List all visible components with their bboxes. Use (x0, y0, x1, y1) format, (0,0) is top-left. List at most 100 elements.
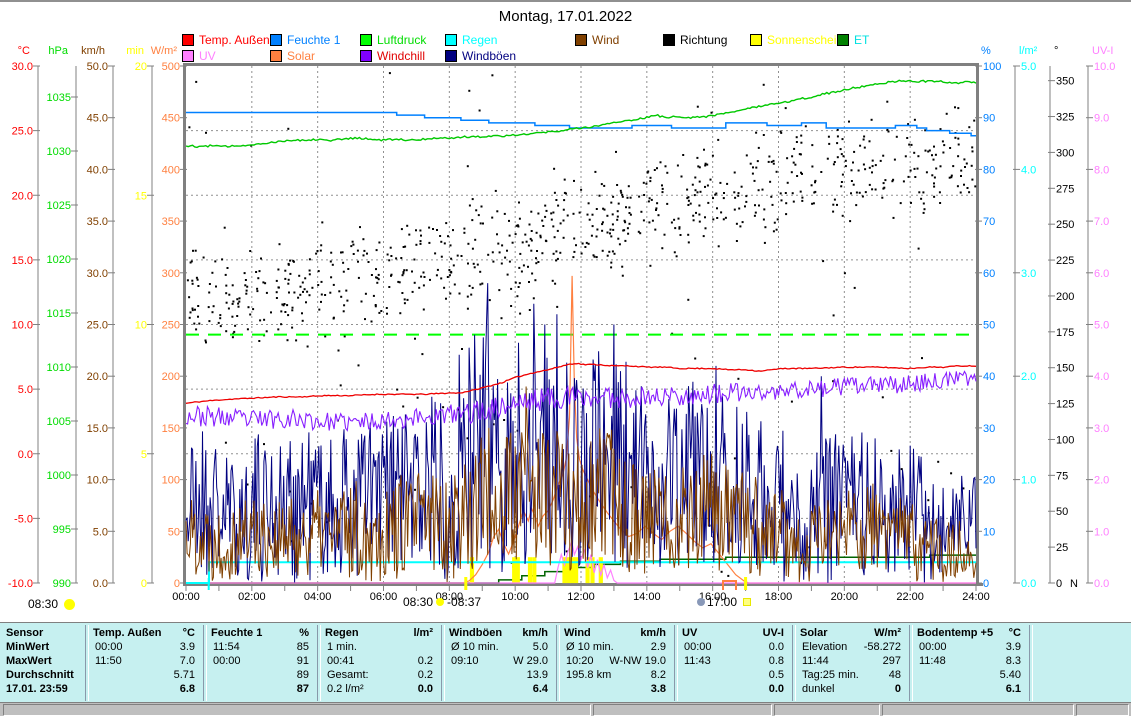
axis-tick-label: 350 (162, 216, 180, 228)
axis-tick-label: 10.0 (87, 475, 108, 487)
axis-tick-label: 100 (1056, 434, 1074, 446)
table-cell: 1 min. (327, 641, 357, 654)
axis-tick-label: 300 (162, 268, 180, 280)
axis-tick-label: 3.0 (1021, 268, 1036, 280)
axis-tick-label: 20.0 (12, 190, 33, 202)
sunrise-time-corner: 08:30 (28, 597, 75, 611)
weather-app-window: Montag, 17.01.2022 Temp. AußenFeuchte 1L… (0, 0, 1131, 716)
axis-tick-label: 100 (162, 475, 180, 487)
axis-tick-label: 125 (1056, 399, 1074, 411)
table-cell: MaxWert (6, 655, 52, 668)
time-axis-label: 14:00 (633, 591, 661, 603)
axis-tick-label: 5 (141, 449, 147, 461)
table-header: km/h (442, 627, 548, 640)
status-segment (3, 704, 591, 716)
table-cell: 91 (204, 655, 309, 668)
axis-tick-label: 225 (1056, 255, 1074, 267)
axis-tick-label: 25.0 (87, 320, 108, 332)
table-divider (441, 625, 445, 701)
axis-tick-label: 0.0 (1094, 578, 1109, 590)
sunrise-start-label: 08:30 (403, 595, 433, 609)
axis-unit-label: % (981, 45, 991, 57)
axis-tick-label: 20 (983, 475, 995, 487)
axis-tick-label: 10 (983, 526, 995, 538)
weather-chart[interactable]: 30.025.020.015.010.05.00.0-5.0-10.0°C103… (0, 0, 1131, 622)
table-header: °C (910, 627, 1021, 640)
table-header: Sensor (6, 627, 43, 640)
axis-tick-label: 10.0 (1094, 61, 1115, 73)
axis-unit-label: ° (1054, 45, 1058, 57)
table-divider (85, 625, 89, 701)
axis-tick-label: 15.0 (12, 255, 33, 267)
axis-unit-label: hPa (48, 45, 68, 57)
axis-tick-label: 1020 (47, 254, 71, 266)
sunrise-axis-marker (464, 577, 467, 590)
axis-tick-label: 10 (135, 320, 147, 332)
table-header: km/h (557, 627, 666, 640)
axis-tick-label: 75 (1056, 470, 1068, 482)
axis-tick-label: 150 (1056, 363, 1074, 375)
axis-tick-label: 1000 (47, 470, 71, 482)
table-cell: 5.40 (910, 669, 1021, 682)
axis-tick-label: 2.0 (1094, 475, 1109, 487)
status-segment (882, 704, 1074, 716)
table-cell: 5.71 (86, 669, 195, 682)
sunset-label: 17:00 (707, 595, 737, 609)
table-header: W/m² (793, 627, 901, 640)
table-divider (317, 625, 321, 701)
axis-tick-label: 40.0 (87, 164, 108, 176)
axis-tick-label: 30.0 (87, 268, 108, 280)
sunrise-end-label: -08:37 (447, 595, 481, 609)
axis-tick-label: 5.0 (1021, 61, 1036, 73)
sunrise-annotation: 08:30 -08:37 (403, 595, 481, 609)
axis-tick-label: 5.0 (1094, 320, 1109, 332)
axis-tick-label: 80 (983, 164, 995, 176)
axis-tick-label: 1005 (47, 416, 71, 428)
axis-tick-label: -5.0 (14, 513, 33, 525)
axis-tick-label: 30 (983, 423, 995, 435)
axis-tick-label: 175 (1056, 327, 1074, 339)
table-cell: W 29.0 (442, 655, 548, 668)
time-axis-label: 22:00 (896, 591, 924, 603)
table-cell: 0.0 (318, 683, 433, 696)
table-cell: 0.8 (675, 655, 784, 668)
axis-tick-label: 50.0 (87, 61, 108, 73)
axis-tick-label: 40 (983, 371, 995, 383)
table-cell: W-NW 19.0 (557, 655, 666, 668)
axis-tick-label: 400 (162, 164, 180, 176)
axis-tick-label: 500 (162, 61, 180, 73)
axis-tick-label: 0 (1056, 578, 1062, 590)
axis-tick-label: 4.0 (1021, 164, 1036, 176)
sun-icon (64, 599, 75, 610)
table-divider (1029, 625, 1033, 701)
stats-table: SensorMinWertMaxWertDurchschnitt17.01. 2… (0, 622, 1131, 703)
table-cell: 0 (793, 683, 901, 696)
table-cell: 8.3 (910, 655, 1021, 668)
axis-tick-label: 10.0 (12, 320, 33, 332)
table-divider (792, 625, 796, 701)
axis-tick-label: 20.0 (87, 371, 108, 383)
axis-tick-label: 2.0 (1021, 371, 1036, 383)
time-axis-label: 02:00 (238, 591, 266, 603)
time-axis-label: 04:00 (304, 591, 332, 603)
axis-tick-label: 150 (162, 423, 180, 435)
axis-tick-label: 300 (1056, 147, 1074, 159)
sunset-annotation: 17:00 (697, 595, 751, 609)
sunrise-icon (436, 598, 444, 606)
axis-tick-label: 0 (983, 578, 989, 590)
table-cell: 6.4 (442, 683, 548, 696)
axis-tick-label: 9.0 (1094, 113, 1109, 125)
axis-tick-label: 100 (983, 61, 1001, 73)
time-axis-label: 00:00 (172, 591, 200, 603)
axis-tick-label: 1030 (47, 146, 71, 158)
axis-tick-label: 7.0 (1094, 216, 1109, 228)
time-axis-label: 24:00 (962, 591, 990, 603)
time-axis-label: 10:00 (501, 591, 529, 603)
table-header: °C (86, 627, 195, 640)
time-axis-label: 20:00 (831, 591, 859, 603)
axis-tick-label: 0.0 (18, 449, 33, 461)
axis-tick-label: 60 (983, 268, 995, 280)
table-header: % (204, 627, 309, 640)
axis-tick-label: 90 (983, 113, 995, 125)
axis-tick-label: 1.0 (1021, 475, 1036, 487)
